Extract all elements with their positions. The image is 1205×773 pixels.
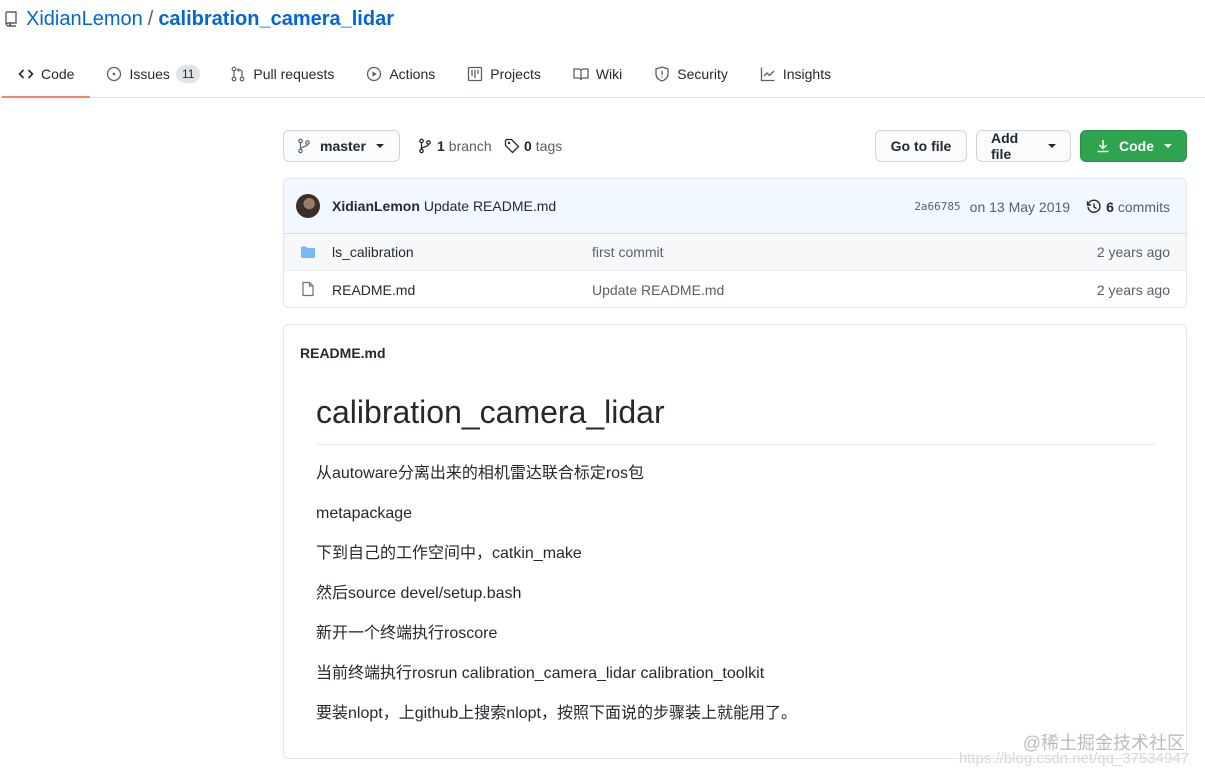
commit-author-link[interactable]: XidianLemon	[332, 198, 420, 214]
tag-word: tags	[535, 138, 563, 154]
commit-meta: 2a66785 on 13 May 2019 6 commits	[914, 179, 1170, 234]
readme-paragraph: 要装nlopt，上github上搜索nlopt，按照下面说的步骤装上就能用了。	[316, 705, 797, 722]
tab-pull-requests-label: Pull requests	[253, 65, 335, 82]
tab-actions[interactable]: Actions	[350, 50, 451, 97]
tab-wiki-label: Wiki	[595, 65, 623, 82]
tab-wiki[interactable]: Wiki	[557, 50, 638, 97]
git-pull-request-icon	[232, 66, 245, 81]
tab-security[interactable]: Security	[638, 50, 744, 97]
tag-count: 0	[524, 138, 532, 154]
file-age: 2 years ago	[1096, 244, 1170, 260]
file-name-link[interactable]: ls_calibration	[332, 244, 414, 260]
add-file-label: Add file	[991, 130, 1019, 162]
commit-word: commits	[1117, 198, 1170, 215]
tab-issues[interactable]: Issues 11	[90, 50, 214, 97]
repo-header: XidianLemon / calibration_camera_lidar C…	[0, 0, 1205, 98]
file-name-link[interactable]: README.md	[332, 282, 415, 298]
commit-message-link[interactable]: Update README.md	[424, 198, 556, 214]
tag-icon	[504, 138, 520, 154]
repo-owner-link[interactable]: XidianLemon	[26, 8, 143, 31]
file-navigation: master 1 branch 0 tags Go to file Add fi…	[283, 130, 1187, 162]
chevron-down-icon	[1048, 144, 1056, 148]
download-icon	[1097, 140, 1109, 153]
readme-header[interactable]: README.md	[300, 345, 386, 361]
repo-tabs: Code Issues 11 Pull requests Actions Pro…	[2, 50, 847, 98]
commits-history-link[interactable]: 6 commits	[1086, 199, 1170, 215]
repo-icon	[5, 11, 17, 27]
tab-security-label: Security	[677, 65, 728, 82]
code-download-button[interactable]: Code	[1080, 130, 1187, 162]
tab-code-label: Code	[41, 65, 75, 82]
readme-paragraph: 当前终端执行rosrun calibration_camera_lidar ca…	[316, 665, 765, 682]
tab-insights-label: Insights	[782, 65, 832, 82]
tab-projects-label: Projects	[490, 65, 541, 82]
tab-actions-label: Actions	[389, 65, 436, 82]
tab-code[interactable]: Code	[2, 50, 91, 98]
shield-icon	[655, 65, 669, 82]
latest-commit-bar: XidianLemon Update README.md 2a66785 on …	[284, 179, 1186, 234]
commit-sha-link[interactable]: 2a66785	[914, 200, 960, 213]
issue-opened-icon	[107, 66, 122, 81]
branch-name: master	[320, 138, 366, 154]
git-branch-icon	[298, 138, 310, 154]
branch-select-button[interactable]: master	[283, 130, 400, 162]
readme-paragraph: metapackage	[316, 505, 413, 522]
readme-paragraph: 从autoware分离出来的相机雷达联合标定ros包	[316, 465, 645, 482]
folder-icon	[301, 246, 315, 258]
history-icon	[1086, 199, 1101, 213]
chevron-down-icon	[375, 144, 384, 148]
readme-body: calibration_camera_lidar 从autoware分离出来的相…	[316, 393, 1156, 734]
code-button-label: Code	[1119, 138, 1154, 154]
tags-link[interactable]: 0 tags	[504, 130, 562, 162]
readme-panel: README.md calibration_camera_lidar 从auto…	[283, 324, 1187, 759]
tab-insights[interactable]: Insights	[744, 50, 847, 97]
go-to-file-label: Go to file	[890, 138, 952, 154]
add-file-button[interactable]: Add file	[976, 130, 1071, 162]
readme-paragraph: 下到自己的工作空间中，catkin_make	[316, 545, 582, 562]
git-branch-icon	[419, 138, 431, 154]
go-to-file-button[interactable]: Go to file	[875, 130, 967, 162]
code-icon	[18, 68, 34, 79]
commit-date: on 13 May 2019	[969, 198, 1071, 215]
repo-name-link[interactable]: calibration_camera_lidar	[158, 8, 394, 31]
repo-title: XidianLemon / calibration_camera_lidar	[4, 6, 394, 32]
tab-projects[interactable]: Projects	[451, 50, 557, 97]
file-commit-link[interactable]: first commit	[592, 244, 664, 260]
tab-pull-requests[interactable]: Pull requests	[214, 50, 350, 97]
issues-counter: 11	[175, 64, 201, 83]
file-row[interactable]: README.md Update README.md 2 years ago	[284, 271, 1186, 307]
tab-issues-label: Issues	[129, 65, 170, 82]
chevron-down-icon	[1164, 144, 1172, 148]
readme-paragraph: 然后source devel/setup.bash	[316, 585, 522, 602]
watermark: @稀土掘金技术社区	[1022, 733, 1185, 753]
readme-paragraph: 新开一个终端执行roscore	[316, 625, 498, 642]
avatar[interactable]	[296, 194, 320, 218]
file-commit-link[interactable]: Update README.md	[592, 282, 724, 298]
commit-count: 6	[1106, 198, 1114, 215]
graph-icon	[760, 67, 775, 81]
readme-title: calibration_camera_lidar	[316, 393, 1156, 445]
branches-link[interactable]: 1 branch	[417, 130, 492, 162]
project-icon	[468, 66, 483, 81]
repo-separator: /	[147, 7, 154, 30]
file-row[interactable]: ls_calibration first commit 2 years ago	[284, 234, 1186, 271]
file-age: 2 years ago	[1096, 281, 1170, 298]
file-list: XidianLemon Update README.md 2a66785 on …	[283, 178, 1187, 308]
book-icon	[573, 67, 589, 80]
file-icon	[302, 281, 314, 297]
branch-word: branch	[448, 138, 492, 154]
play-icon	[367, 66, 382, 81]
branch-count: 1	[437, 138, 445, 154]
